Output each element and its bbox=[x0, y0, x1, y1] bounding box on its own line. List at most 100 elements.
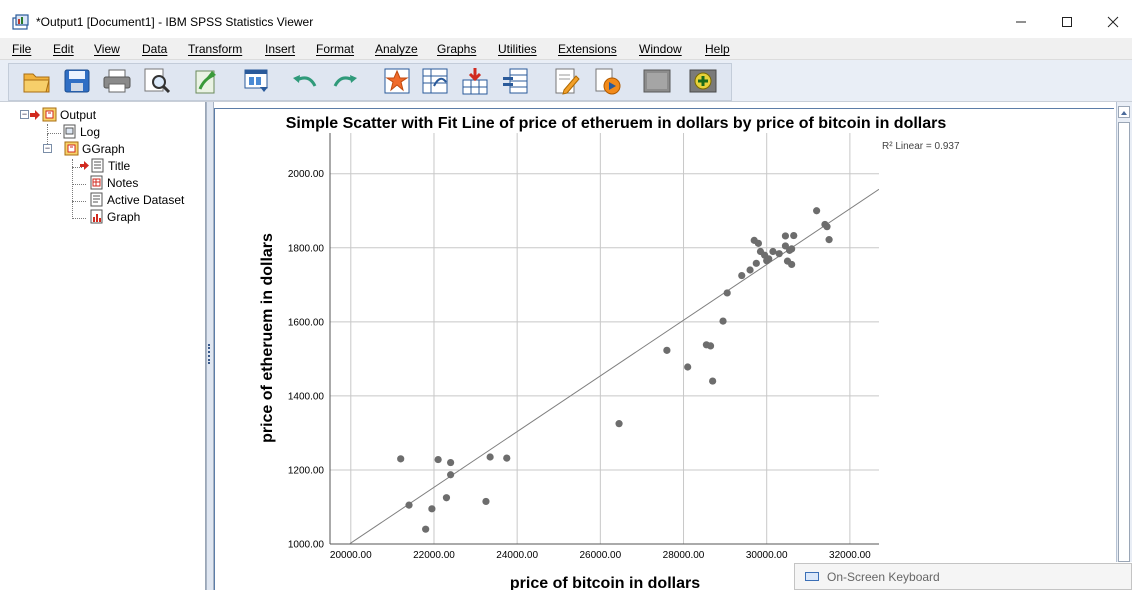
menu-extensions[interactable]: Extensions bbox=[558, 42, 617, 56]
r2-label: R² Linear = 0.937 bbox=[882, 141, 960, 152]
scatter-point bbox=[684, 363, 692, 371]
open-folder-icon bbox=[23, 73, 50, 93]
print-preview-button[interactable] bbox=[140, 66, 174, 96]
x-tick-label: 26000.00 bbox=[579, 550, 621, 561]
scatter-chart[interactable]: Simple Scatter with Fit Line of price of… bbox=[214, 108, 1114, 590]
red-arrow-icon bbox=[30, 109, 40, 120]
tree-connector bbox=[47, 133, 61, 134]
edit-output-icon bbox=[555, 68, 580, 95]
title-icon bbox=[91, 158, 104, 173]
scatter-point bbox=[719, 317, 727, 325]
collapse-output-expander[interactable]: − bbox=[20, 110, 29, 119]
tree-connector bbox=[72, 159, 73, 219]
tick-labels: 20000.00 22000.00 24000.00 26000.00 28000.00… bbox=[288, 169, 871, 561]
scroll-thumb[interactable] bbox=[1118, 122, 1130, 562]
goto-variable-button[interactable] bbox=[458, 66, 492, 96]
scatter-point bbox=[738, 271, 746, 280]
fit-line bbox=[348, 188, 879, 544]
tree-label-title: Title bbox=[108, 158, 131, 173]
tree-node-ggraph[interactable]: GGraph bbox=[64, 141, 125, 156]
insert-output-button[interactable] bbox=[686, 66, 720, 96]
collapse-output-button[interactable] bbox=[640, 66, 674, 96]
scatter-point bbox=[615, 420, 623, 428]
menu-bar: File Edit View Data Transform Insert For… bbox=[0, 38, 1132, 60]
scatter-point bbox=[428, 505, 436, 513]
tree-node-log[interactable]: Log bbox=[62, 124, 100, 139]
menu-utilities[interactable]: Utilities bbox=[498, 42, 537, 56]
y-tick-label: 1400.00 bbox=[288, 391, 325, 402]
menu-data[interactable]: Data bbox=[142, 42, 167, 56]
run-script-button[interactable] bbox=[590, 66, 624, 96]
redo-button[interactable] bbox=[328, 66, 362, 96]
splitter-grip[interactable] bbox=[208, 344, 211, 364]
scatter-point bbox=[434, 455, 442, 464]
undo-button[interactable] bbox=[288, 66, 322, 96]
minimize-button[interactable] bbox=[998, 10, 1044, 34]
tree-connector bbox=[72, 184, 86, 185]
chart-title: Simple Scatter with Fit Line of price of… bbox=[286, 115, 947, 132]
goto-data-icon bbox=[384, 68, 410, 94]
menu-transform[interactable]: Transform bbox=[188, 42, 242, 56]
tree-node-active-dataset[interactable]: Active Dataset bbox=[89, 192, 184, 207]
dataset-icon bbox=[90, 192, 103, 207]
scroll-up-button[interactable] bbox=[1118, 106, 1130, 118]
scatter-point bbox=[765, 255, 773, 263]
scatter-point bbox=[754, 239, 762, 247]
x-tick-label: 28000.00 bbox=[663, 550, 705, 561]
x-axis-label: price of bitcoin in dollars bbox=[510, 575, 700, 590]
maximize-button[interactable] bbox=[1044, 10, 1090, 34]
scatter-point bbox=[813, 207, 821, 215]
scatter-point bbox=[775, 250, 783, 258]
y-tick-label: 2000.00 bbox=[288, 169, 325, 180]
menu-format[interactable]: Format bbox=[316, 42, 354, 56]
scatter-point bbox=[781, 232, 790, 240]
menu-help[interactable]: Help bbox=[705, 42, 730, 56]
scatter-point bbox=[752, 259, 760, 267]
on-screen-keyboard-window[interactable]: On-Screen Keyboard bbox=[794, 563, 1132, 590]
print-button[interactable] bbox=[100, 66, 134, 96]
x-tick-label: 22000.00 bbox=[413, 550, 455, 561]
minimize-icon bbox=[1016, 21, 1026, 23]
scatter-point bbox=[442, 494, 451, 502]
x-tick-label: 30000.00 bbox=[746, 550, 788, 561]
menu-insert[interactable]: Insert bbox=[265, 42, 295, 56]
tree-label-ggraph: GGraph bbox=[82, 141, 125, 156]
recall-dialog-button[interactable] bbox=[240, 66, 274, 96]
goto-data-button[interactable] bbox=[380, 66, 414, 96]
redo-icon bbox=[333, 75, 357, 87]
collapse-ggraph-expander[interactable]: − bbox=[43, 144, 52, 153]
save-button[interactable] bbox=[60, 66, 94, 96]
menu-edit[interactable]: Edit bbox=[53, 42, 74, 56]
scatter-point bbox=[397, 455, 405, 463]
scatter-point bbox=[663, 346, 671, 354]
tree-connector bbox=[72, 201, 86, 202]
export-button[interactable] bbox=[190, 66, 224, 96]
menu-file[interactable]: File bbox=[12, 42, 31, 56]
menu-window[interactable]: Window bbox=[639, 42, 682, 56]
scatter-point bbox=[486, 453, 494, 461]
scatter-point bbox=[709, 377, 717, 385]
tree-node-graph[interactable]: Graph bbox=[89, 209, 140, 224]
tree-label-output: Output bbox=[60, 107, 97, 122]
log-icon bbox=[63, 124, 76, 139]
recall-dialog-icon bbox=[244, 69, 268, 92]
tree-connector bbox=[72, 218, 86, 219]
menu-graphs[interactable]: Graphs bbox=[437, 42, 476, 56]
scatter-point bbox=[405, 501, 413, 509]
goto-case-button[interactable] bbox=[418, 66, 452, 96]
tree-node-title[interactable]: Title bbox=[80, 158, 130, 173]
menu-view[interactable]: View bbox=[94, 42, 120, 56]
y-tick-label: 1600.00 bbox=[288, 317, 325, 328]
open-button[interactable] bbox=[20, 66, 54, 96]
variables-icon bbox=[503, 68, 528, 94]
edit-output-button[interactable] bbox=[550, 66, 584, 96]
maximize-icon bbox=[1062, 17, 1072, 27]
variables-button[interactable] bbox=[498, 66, 532, 96]
export-icon bbox=[195, 70, 216, 94]
menu-analyze[interactable]: Analyze bbox=[375, 42, 418, 56]
save-icon bbox=[64, 69, 90, 93]
scatter-point bbox=[825, 236, 833, 244]
tree-node-notes[interactable]: Notes bbox=[89, 175, 138, 190]
close-button[interactable] bbox=[1090, 10, 1132, 34]
tree-node-output[interactable]: Output bbox=[30, 107, 96, 122]
